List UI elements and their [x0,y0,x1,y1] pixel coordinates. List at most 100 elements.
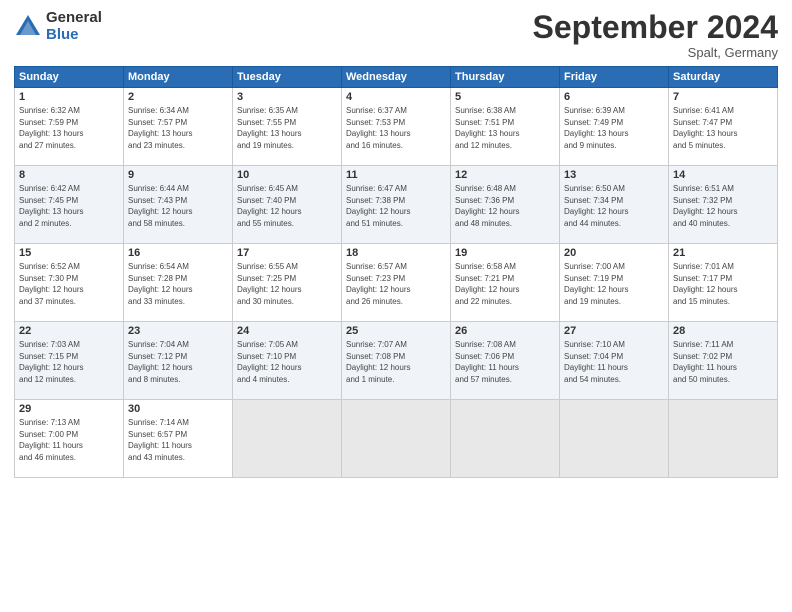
table-cell: 6 Sunrise: 6:39 AMSunset: 7:49 PMDaylight… [560,88,669,166]
calendar-week: 29 Sunrise: 7:13 AMSunset: 7:00 PMDayligh… [15,400,778,478]
table-cell [560,400,669,478]
day-info: Sunrise: 7:04 AMSunset: 7:12 PMDaylight:… [128,339,228,385]
table-cell: 14Sunrise: 6:51 AMSunset: 7:32 PMDayligh… [669,166,778,244]
calendar-week: 8 Sunrise: 6:42 AMSunset: 7:45 PMDaylight… [15,166,778,244]
day-info: Sunrise: 7:07 AMSunset: 7:08 PMDaylight:… [346,339,446,385]
col-sunday: Sunday [15,67,124,88]
day-number: 23 [128,325,228,337]
day-number: 22 [19,325,119,337]
day-number: 12 [455,169,555,181]
day-number: 16 [128,247,228,259]
table-cell [451,400,560,478]
table-cell: 21Sunrise: 7:01 AMSunset: 7:17 PMDayligh… [669,244,778,322]
col-thursday: Thursday [451,67,560,88]
day-info: Sunrise: 6:52 AMSunset: 7:30 PMDaylight:… [19,261,119,307]
table-cell: 13 Sunrise: 6:50 AMSunset: 7:34 PMDayligh… [560,166,669,244]
day-info: Sunrise: 6:37 AMSunset: 7:53 PMDaylight:… [346,105,446,151]
table-cell: 26 Sunrise: 7:08 AMSunset: 7:06 PMDayligh… [451,322,560,400]
col-saturday: Saturday [669,67,778,88]
logo: General Blue [14,10,102,43]
day-number: 5 [455,91,555,103]
table-cell: 8 Sunrise: 6:42 AMSunset: 7:45 PMDaylight… [15,166,124,244]
day-info: Sunrise: 6:41 AMSunset: 7:47 PMDaylight:… [673,105,773,151]
calendar-week: 22 Sunrise: 7:03 AMSunset: 7:15 PMDayligh… [15,322,778,400]
table-cell: 19 Sunrise: 6:58 AMSunset: 7:21 PMDayligh… [451,244,560,322]
day-info: Sunrise: 7:01 AMSunset: 7:17 PMDaylight:… [673,261,773,307]
day-number: 27 [564,325,664,337]
day-number: 30 [128,403,228,415]
day-info: Sunrise: 6:44 AMSunset: 7:43 PMDaylight:… [128,183,228,229]
day-info: Sunrise: 6:54 AMSunset: 7:28 PMDaylight:… [128,261,228,307]
day-info: Sunrise: 6:32 AMSunset: 7:59 PMDaylight:… [19,105,119,151]
table-cell: 24 Sunrise: 7:05 AMSunset: 7:10 PMDayligh… [233,322,342,400]
day-number: 4 [346,91,446,103]
day-number: 11 [346,169,446,181]
day-info: Sunrise: 6:38 AMSunset: 7:51 PMDaylight:… [455,105,555,151]
day-number: 14 [673,169,773,181]
day-number: 10 [237,169,337,181]
day-info: Sunrise: 7:00 AMSunset: 7:19 PMDaylight:… [564,261,664,307]
table-cell: 17Sunrise: 6:55 AMSunset: 7:25 PMDayligh… [233,244,342,322]
col-wednesday: Wednesday [342,67,451,88]
day-info: Sunrise: 6:48 AMSunset: 7:36 PMDaylight:… [455,183,555,229]
table-cell: 3 Sunrise: 6:35 AMSunset: 7:55 PMDaylight… [233,88,342,166]
day-info: Sunrise: 7:11 AMSunset: 7:02 PMDaylight:… [673,339,773,385]
table-cell: 18Sunrise: 6:57 AMSunset: 7:23 PMDayligh… [342,244,451,322]
calendar-page: General Blue September 2024 Spalt, Germa… [0,0,792,612]
day-info: Sunrise: 6:50 AMSunset: 7:34 PMDaylight:… [564,183,664,229]
table-cell: 4 Sunrise: 6:37 AMSunset: 7:53 PMDaylight… [342,88,451,166]
day-number: 1 [19,91,119,103]
day-info: Sunrise: 6:42 AMSunset: 7:45 PMDaylight:… [19,183,119,229]
day-info: Sunrise: 6:55 AMSunset: 7:25 PMDaylight:… [237,261,337,307]
location: Spalt, Germany [533,45,778,60]
day-number: 8 [19,169,119,181]
table-cell: 22 Sunrise: 7:03 AMSunset: 7:15 PMDayligh… [15,322,124,400]
table-cell: 23 Sunrise: 7:04 AMSunset: 7:12 PMDayligh… [124,322,233,400]
day-number: 7 [673,91,773,103]
table-cell: 11 Sunrise: 6:47 AMSunset: 7:38 PMDayligh… [342,166,451,244]
table-cell: 5 Sunrise: 6:38 AMSunset: 7:51 PMDaylight… [451,88,560,166]
day-number: 2 [128,91,228,103]
month-title: September 2024 [533,10,778,45]
day-info: Sunrise: 6:34 AMSunset: 7:57 PMDaylight:… [128,105,228,151]
table-cell: 10 Sunrise: 6:45 AMSunset: 7:40 PMDayligh… [233,166,342,244]
day-info: Sunrise: 6:35 AMSunset: 7:55 PMDaylight:… [237,105,337,151]
table-cell: 30Sunrise: 7:14 AMSunset: 6:57 PMDayligh… [124,400,233,478]
day-info: Sunrise: 7:05 AMSunset: 7:10 PMDaylight:… [237,339,337,385]
logo-blue: Blue [46,27,102,44]
col-friday: Friday [560,67,669,88]
day-info: Sunrise: 6:39 AMSunset: 7:49 PMDaylight:… [564,105,664,151]
day-info: Sunrise: 7:03 AMSunset: 7:15 PMDaylight:… [19,339,119,385]
table-cell: 1 Sunrise: 6:32 AMSunset: 7:59 PMDaylight… [15,88,124,166]
table-cell: 16 Sunrise: 6:54 AMSunset: 7:28 PMDayligh… [124,244,233,322]
calendar-week: 1 Sunrise: 6:32 AMSunset: 7:59 PMDaylight… [15,88,778,166]
day-info: Sunrise: 6:57 AMSunset: 7:23 PMDaylight:… [346,261,446,307]
day-number: 3 [237,91,337,103]
day-number: 25 [346,325,446,337]
day-info: Sunrise: 7:08 AMSunset: 7:06 PMDaylight:… [455,339,555,385]
day-number: 13 [564,169,664,181]
table-cell: 27Sunrise: 7:10 AMSunset: 7:04 PMDayligh… [560,322,669,400]
table-cell [233,400,342,478]
table-cell: 25 Sunrise: 7:07 AMSunset: 7:08 PMDayligh… [342,322,451,400]
day-number: 19 [455,247,555,259]
col-tuesday: Tuesday [233,67,342,88]
day-info: Sunrise: 6:58 AMSunset: 7:21 PMDaylight:… [455,261,555,307]
day-info: Sunrise: 6:47 AMSunset: 7:38 PMDaylight:… [346,183,446,229]
day-info: Sunrise: 7:13 AMSunset: 7:00 PMDaylight:… [19,417,119,463]
day-info: Sunrise: 6:45 AMSunset: 7:40 PMDaylight:… [237,183,337,229]
day-number: 29 [19,403,119,415]
calendar-week: 15Sunrise: 6:52 AMSunset: 7:30 PMDayligh… [15,244,778,322]
day-number: 24 [237,325,337,337]
title-block: September 2024 Spalt, Germany [533,10,778,60]
day-number: 26 [455,325,555,337]
table-cell: 20 Sunrise: 7:00 AMSunset: 7:19 PMDayligh… [560,244,669,322]
logo-text: General Blue [46,10,102,43]
day-number: 20 [564,247,664,259]
table-cell: 12 Sunrise: 6:48 AMSunset: 7:36 PMDayligh… [451,166,560,244]
table-cell [669,400,778,478]
day-number: 6 [564,91,664,103]
table-cell: 15Sunrise: 6:52 AMSunset: 7:30 PMDayligh… [15,244,124,322]
day-number: 28 [673,325,773,337]
table-cell: 2 Sunrise: 6:34 AMSunset: 7:57 PMDaylight… [124,88,233,166]
